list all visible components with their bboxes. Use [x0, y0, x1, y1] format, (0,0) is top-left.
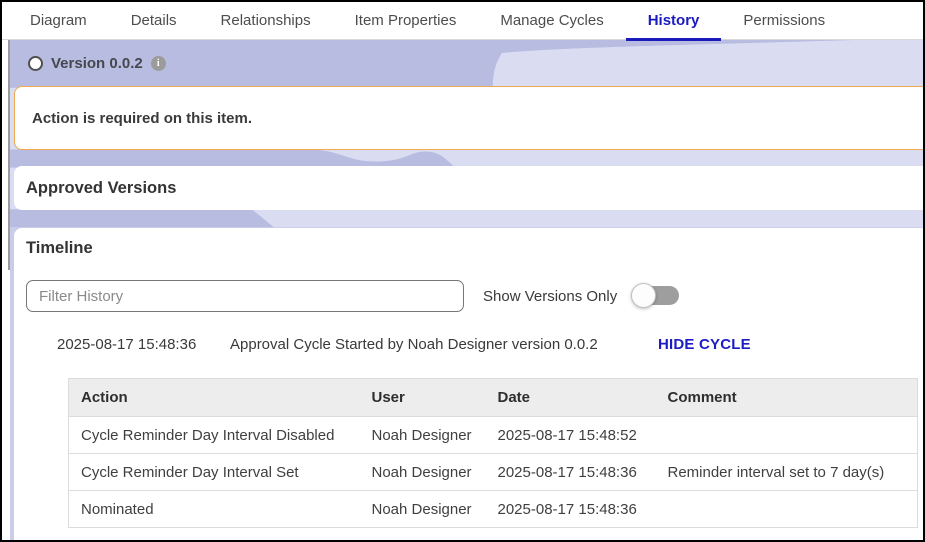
cycle-entry: 2025-08-17 15:48:36 Approval Cycle Start… [14, 336, 925, 356]
approved-versions-panel[interactable]: Approved Versions [14, 166, 925, 210]
notice-message: Action is required on this item. [32, 110, 252, 127]
column-header-user: User [360, 379, 486, 417]
history-table: ActionUserDateComment Cycle Reminder Day… [68, 378, 918, 528]
filter-history-input[interactable] [26, 280, 464, 312]
cell-comment [656, 417, 918, 454]
hide-cycle-link[interactable]: HIDE CYCLE [658, 336, 751, 353]
approved-versions-title: Approved Versions [26, 179, 176, 198]
version-bar: Version 0.0.2 i [28, 52, 166, 74]
cell-action: Nominated [69, 491, 360, 528]
cycle-entry-date: 2025-08-17 15:48:36 [57, 336, 196, 353]
cell-user: Noah Designer [360, 454, 486, 491]
cell-comment: Reminder interval set to 7 day(s) [656, 454, 918, 491]
table-row: NominatedNoah Designer2025-08-17 15:48:3… [69, 491, 918, 528]
cell-date: 2025-08-17 15:48:36 [486, 491, 656, 528]
cycle-entry-description: Approval Cycle Started by Noah Designer … [230, 336, 598, 353]
tab-history[interactable]: History [626, 2, 722, 40]
column-header-date: Date [486, 379, 656, 417]
history-view: DiagramDetailsRelationshipsItem Properti… [0, 0, 925, 542]
tab-permissions[interactable]: Permissions [721, 2, 847, 40]
table-row: Cycle Reminder Day Interval SetNoah Desi… [69, 454, 918, 491]
history-table-header-row: ActionUserDateComment [69, 379, 918, 417]
scrollbar-rail[interactable] [8, 38, 10, 270]
tab-details[interactable]: Details [109, 2, 199, 40]
column-header-action: Action [69, 379, 360, 417]
tab-relationships[interactable]: Relationships [199, 2, 333, 40]
cell-date: 2025-08-17 15:48:52 [486, 417, 656, 454]
cell-date: 2025-08-17 15:48:36 [486, 454, 656, 491]
timeline-title: Timeline [26, 239, 93, 258]
column-header-comment: Comment [656, 379, 918, 417]
version-label: Version 0.0.2 [51, 55, 143, 72]
toggle-knob [631, 283, 656, 308]
cell-user: Noah Designer [360, 417, 486, 454]
tab-bar: DiagramDetailsRelationshipsItem Properti… [2, 2, 923, 40]
timeline-panel: Timeline Show Versions Only 2025-08-17 1… [14, 228, 925, 542]
cell-comment [656, 491, 918, 528]
version-radio[interactable] [28, 56, 43, 71]
info-icon[interactable]: i [151, 56, 166, 71]
cell-action: Cycle Reminder Day Interval Disabled [69, 417, 360, 454]
cell-user: Noah Designer [360, 491, 486, 528]
show-versions-only-toggle[interactable] [631, 282, 679, 310]
tab-item-properties[interactable]: Item Properties [333, 2, 479, 40]
show-versions-only-label: Show Versions Only [483, 288, 617, 305]
action-required-notice: Action is required on this item. [14, 86, 925, 150]
table-row: Cycle Reminder Day Interval DisabledNoah… [69, 417, 918, 454]
cell-action: Cycle Reminder Day Interval Set [69, 454, 360, 491]
tab-manage-cycles[interactable]: Manage Cycles [478, 2, 625, 40]
tab-diagram[interactable]: Diagram [8, 2, 109, 40]
